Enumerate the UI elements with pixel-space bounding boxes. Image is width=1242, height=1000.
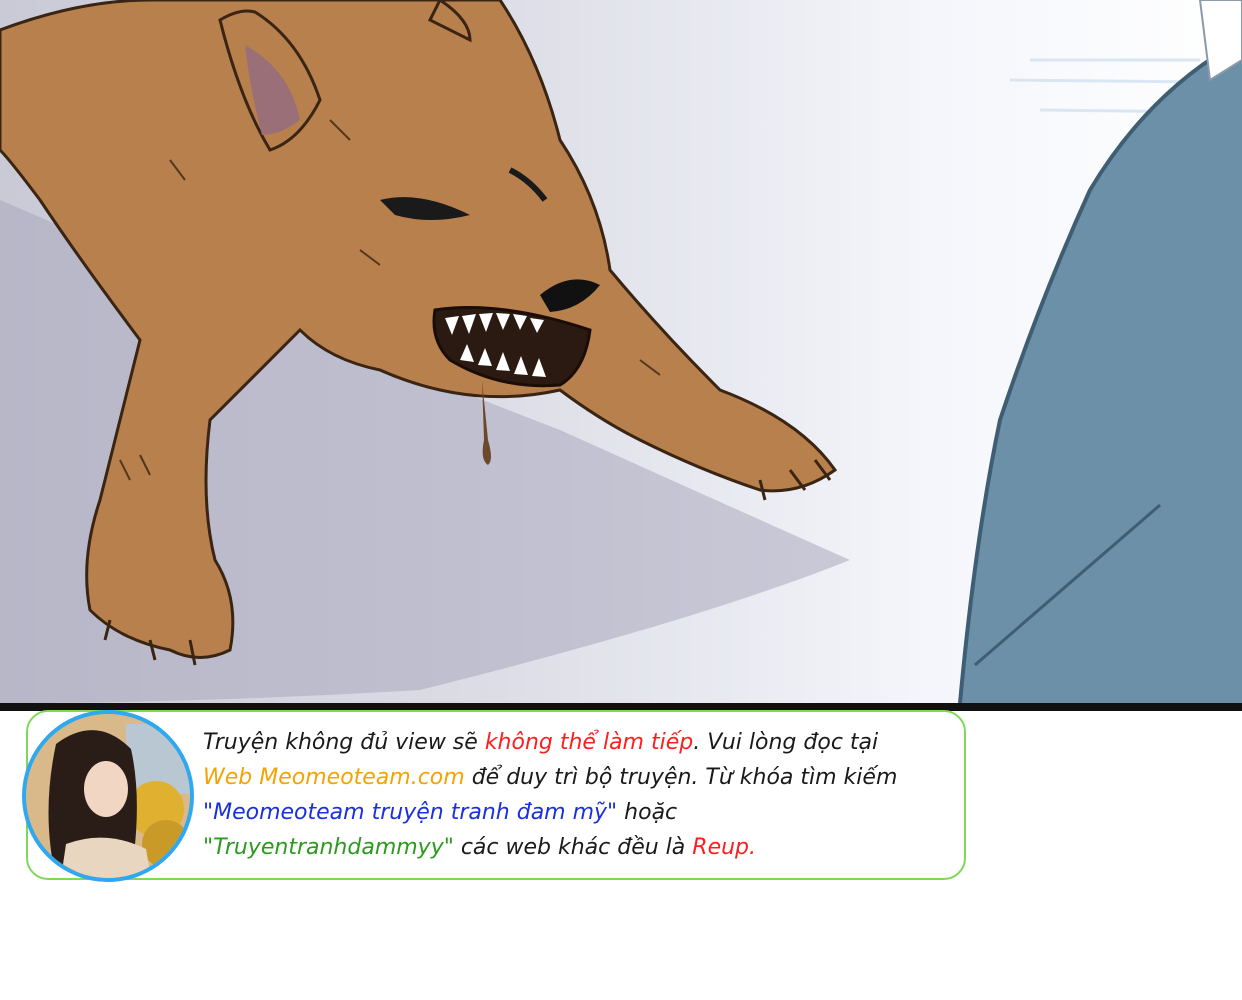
avatar — [22, 710, 194, 882]
notice-text: Truyện không đủ view sẽ không thể làm ti… — [203, 725, 963, 865]
notice-line-2: Web Meomeoteam.com để duy trì bộ truyện.… — [203, 760, 963, 795]
search-keyword-2: "Truyentranhdammyy" — [203, 835, 454, 860]
comic-panel — [0, 0, 1242, 703]
person-leg — [960, 40, 1242, 703]
avatar-illustration — [26, 714, 190, 878]
notice-text-segment: các web khác đều là — [453, 835, 693, 860]
reup-text: Reup. — [692, 835, 757, 860]
warning-text: không thể làm tiếp — [484, 730, 694, 755]
notice-text-segment: hoặc — [617, 800, 678, 825]
notice-text-segment: Truyện không đủ view sẽ — [203, 730, 485, 755]
website-link[interactable]: Web Meomeoteam.com — [203, 765, 465, 790]
notice-line-1: Truyện không đủ view sẽ không thể làm ti… — [203, 725, 963, 760]
notice-line-4: "Truyentranhdammyy" các web khác đều là … — [203, 830, 963, 865]
comic-illustration — [0, 0, 1242, 703]
search-keyword-1: "Meomeoteam truyện tranh đam mỹ" — [203, 800, 618, 825]
notice-text-segment: . Vui lòng đọc tại — [693, 730, 879, 755]
notice-line-3: "Meomeoteam truyện tranh đam mỹ" hoặc — [203, 795, 963, 830]
notice-text-segment: để duy trì bộ truyện. Từ khóa tìm kiếm — [464, 765, 898, 790]
